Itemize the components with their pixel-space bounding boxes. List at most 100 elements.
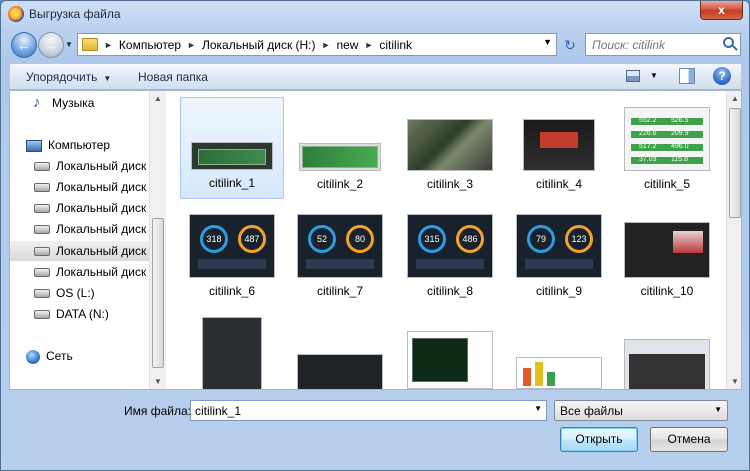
breadcrumb-computer[interactable]: Компьютер: [119, 38, 181, 52]
back-button[interactable]: ←: [11, 32, 37, 58]
file-item[interactable]: [507, 311, 611, 389]
file-name: citilink_9: [535, 284, 583, 298]
sidebar-item-label: Локальный диск: [56, 180, 147, 194]
file-grid: citilink_1 citilink_2 citilink_3 citilin…: [166, 91, 726, 389]
sidebar-item-data[interactable]: DATA (N:): [10, 304, 149, 324]
file-name: citilink_6: [208, 284, 256, 298]
preview-pane-icon[interactable]: [679, 68, 695, 84]
file-item[interactable]: [180, 311, 284, 389]
bench-value: 37.03: [639, 156, 657, 163]
file-item[interactable]: [615, 311, 719, 389]
scrollbar-thumb[interactable]: [729, 108, 741, 218]
bench-value: 209.9: [671, 130, 689, 137]
file-thumbnail: [624, 222, 710, 278]
breadcrumb-new[interactable]: new: [336, 38, 358, 52]
file-item[interactable]: 79 123 citilink_9: [507, 204, 611, 306]
drive-icon: [34, 204, 50, 214]
help-icon[interactable]: ?: [713, 67, 731, 85]
open-button[interactable]: Открыть: [560, 427, 638, 452]
file-name: citilink_4: [535, 177, 583, 191]
address-bar[interactable]: ► Компьютер ► Локальный диск (H:) ► new …: [77, 33, 557, 56]
sidebar-item-drive[interactable]: Локальный диск: [10, 262, 149, 282]
file-thumbnail: [297, 354, 383, 389]
scroll-down-icon[interactable]: ▼: [154, 377, 162, 386]
chevron-down-icon[interactable]: ▼: [534, 404, 542, 413]
gauge-value: 79: [527, 225, 555, 253]
scroll-down-icon[interactable]: ▼: [731, 377, 739, 386]
scroll-up-icon[interactable]: ▲: [154, 94, 162, 103]
sidebar-item-drive[interactable]: Локальный диск: [10, 177, 149, 197]
file-item[interactable]: citilink_2: [288, 97, 392, 199]
file-name: citilink_8: [426, 284, 474, 298]
filename-combobox[interactable]: ▼: [190, 400, 547, 421]
file-item[interactable]: 52 80 citilink_7: [288, 204, 392, 306]
file-name: citilink_5: [643, 177, 691, 191]
file-item[interactable]: 315 486 citilink_8: [398, 204, 502, 306]
sidebar-item-os[interactable]: OS (L:): [10, 283, 149, 303]
network-icon: [26, 349, 40, 364]
folder-icon: [82, 38, 98, 51]
breadcrumb-separator-icon[interactable]: ►: [104, 40, 113, 50]
drive-icon: [34, 225, 50, 235]
breadcrumb-separator-icon[interactable]: ►: [322, 40, 331, 50]
sidebar-item-network[interactable]: Сеть: [10, 346, 149, 366]
sidebar-scrollbar[interactable]: ▲ ▼: [149, 91, 166, 389]
address-dropdown-icon[interactable]: ▼: [543, 37, 552, 47]
scroll-up-icon[interactable]: ▲: [731, 94, 739, 103]
sidebar-item-label: Локальный диск: [56, 244, 147, 258]
sidebar-item-drive[interactable]: Локальный диск: [10, 156, 149, 176]
filename-input[interactable]: [191, 401, 521, 420]
sidebar-item-label: Локальный диск: [56, 265, 147, 279]
file-thumbnail: 52 80: [297, 214, 383, 278]
navigation-pane: Музыка Компьютер Локальный диск Локальны…: [10, 91, 149, 389]
gauge-value: 123: [565, 225, 593, 253]
sidebar-item-drive[interactable]: Локальный диск: [10, 219, 149, 239]
breadcrumb-separator-icon[interactable]: ►: [364, 40, 373, 50]
file-thumbnail: [523, 119, 595, 171]
filetype-select[interactable]: Все файлы ▼: [554, 400, 728, 421]
file-grid-scrollbar[interactable]: ▲ ▼: [726, 91, 741, 389]
forward-button[interactable]: →: [38, 32, 64, 58]
sidebar-item-computer[interactable]: Компьютер: [10, 135, 149, 155]
sidebar-item-drive[interactable]: Локальный диск: [10, 241, 149, 261]
file-item[interactable]: 318 487 citilink_6: [180, 204, 284, 306]
search-input[interactable]: [586, 34, 716, 55]
title-bar: Выгрузка файла x: [1, 1, 749, 29]
gauge-value: 80: [346, 225, 374, 253]
organize-button[interactable]: Упорядочить ▼: [26, 70, 111, 84]
bench-value: 226.6: [639, 130, 657, 137]
breadcrumb-citilink[interactable]: citilink: [379, 38, 412, 52]
view-dropdown-icon[interactable]: ▼: [650, 71, 658, 80]
file-item[interactable]: citilink_3: [398, 97, 502, 199]
file-item[interactable]: [288, 311, 392, 389]
file-item[interactable]: 552.2 526.5 226.6 209.9 517.2 496.0 37.0…: [615, 97, 719, 199]
sidebar-item-music[interactable]: Музыка: [10, 93, 149, 113]
new-folder-button[interactable]: Новая папка: [138, 70, 208, 84]
scrollbar-thumb[interactable]: [152, 218, 164, 368]
file-item[interactable]: [398, 311, 502, 389]
file-item[interactable]: citilink_4: [507, 97, 611, 199]
search-icon[interactable]: [723, 37, 734, 48]
file-item[interactable]: citilink_10: [615, 204, 719, 306]
file-thumbnail: [407, 119, 493, 171]
firefox-icon: [8, 6, 24, 22]
view-icon[interactable]: [626, 70, 640, 82]
file-name: citilink_7: [316, 284, 364, 298]
file-thumbnail: 79 123: [516, 214, 602, 278]
bench-value: 526.5: [671, 117, 689, 124]
history-dropdown-icon[interactable]: ▼: [65, 40, 73, 49]
close-button[interactable]: x: [700, 1, 743, 20]
file-item[interactable]: citilink_1: [180, 97, 284, 199]
sidebar-item-drive[interactable]: Локальный диск: [10, 198, 149, 218]
drive-icon: [34, 289, 50, 299]
command-bar: Упорядочить ▼ Новая папка ▼ ?: [9, 63, 742, 90]
file-name: citilink_2: [316, 177, 364, 191]
search-box[interactable]: [585, 33, 741, 56]
cancel-button[interactable]: Отмена: [650, 427, 728, 452]
breadcrumb-separator-icon[interactable]: ►: [187, 40, 196, 50]
dialog-footer: Имя файла: ▼ Все файлы ▼ Открыть Отмена: [1, 391, 749, 471]
gauge-value: 486: [456, 225, 484, 253]
refresh-icon[interactable]: ↻: [560, 35, 580, 55]
gauge-value: 318: [200, 225, 228, 253]
breadcrumb-drive-h[interactable]: Локальный диск (H:): [202, 38, 316, 52]
